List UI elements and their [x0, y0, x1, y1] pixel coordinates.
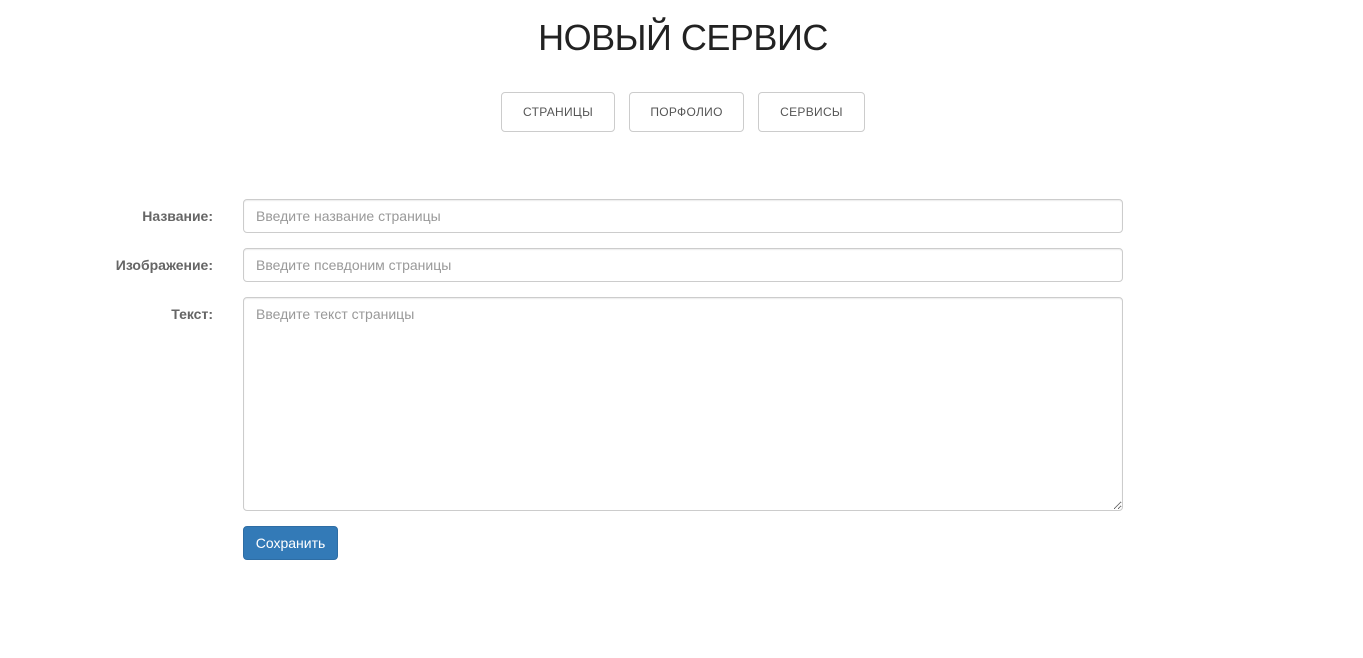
save-button[interactable]: Сохранить	[243, 526, 338, 560]
name-input[interactable]	[243, 199, 1123, 233]
nav-pages-button[interactable]: СТРАНИЦЫ	[501, 92, 615, 132]
page-title: НОВЫЙ СЕРВИС	[538, 17, 828, 58]
nav-bar: СТРАНИЦЫ ПОРФОЛИО СЕРВИСЫ	[0, 92, 1363, 132]
page: НОВЫЙ СЕРВИС СТРАНИЦЫ ПОРФОЛИО СЕРВИСЫ Н…	[0, 0, 1363, 658]
image-label: Изображение:	[115, 257, 213, 273]
nav-services-button[interactable]: СЕРВИСЫ	[758, 92, 865, 132]
text-label: Текст:	[171, 306, 213, 322]
image-input[interactable]	[243, 248, 1123, 282]
nav-portfolio-button[interactable]: ПОРФОЛИО	[629, 92, 744, 132]
name-label: Название:	[142, 208, 213, 224]
text-textarea[interactable]	[243, 297, 1123, 511]
